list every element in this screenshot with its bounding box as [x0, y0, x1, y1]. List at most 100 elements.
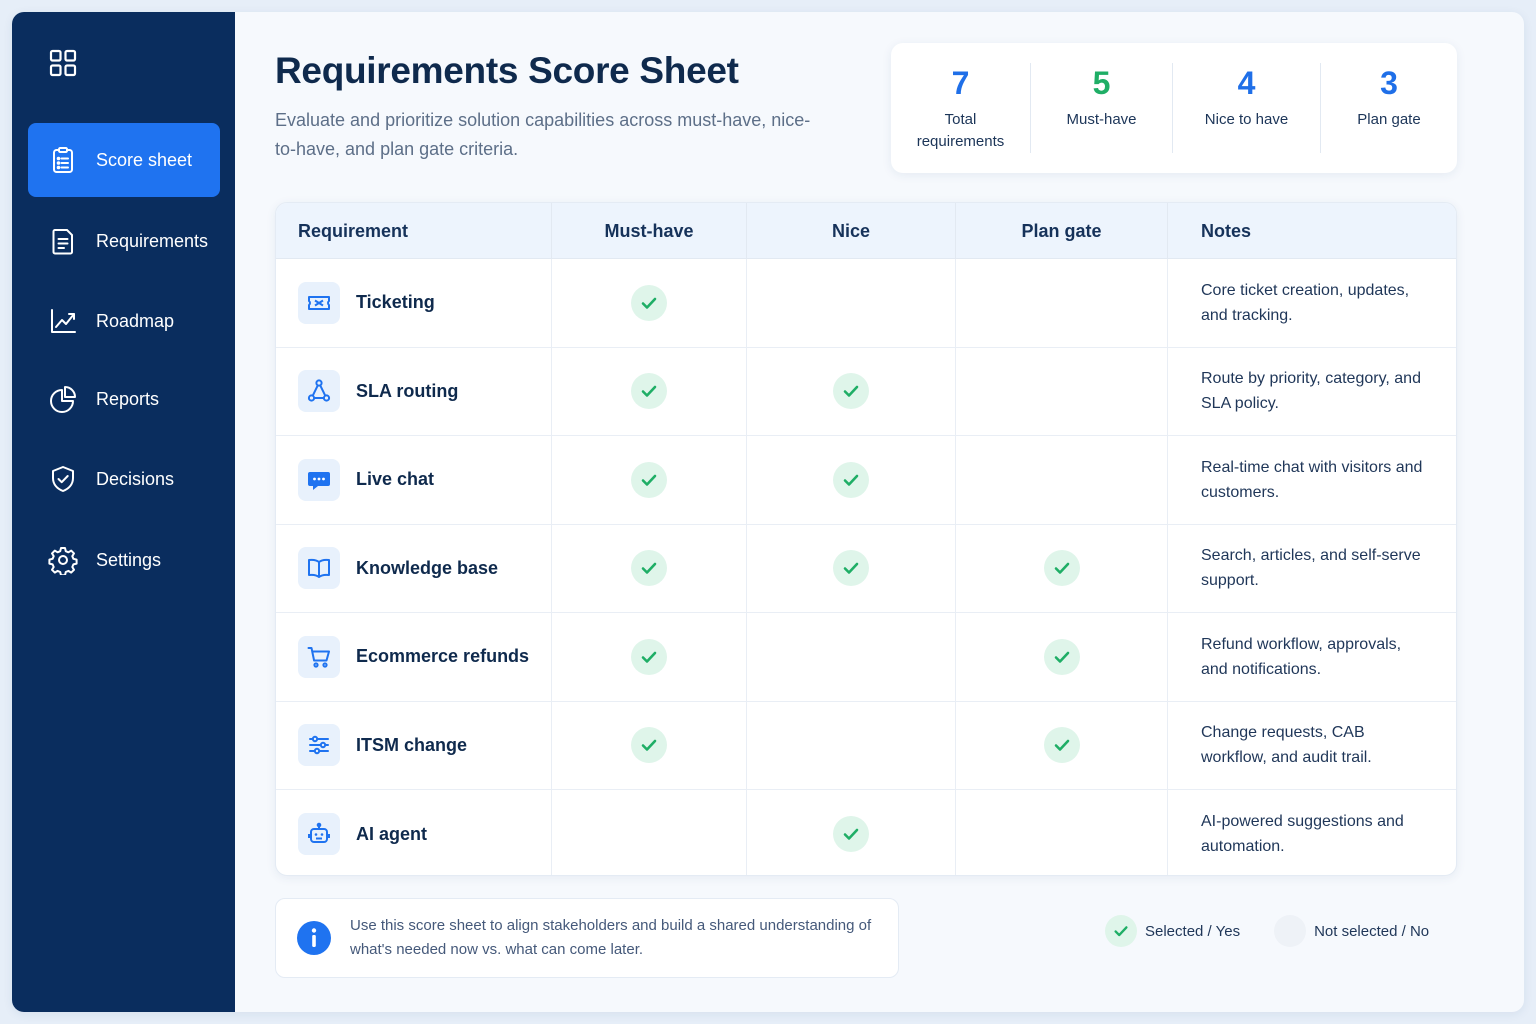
plan-gate-cell[interactable]: [955, 790, 1167, 875]
page-subtitle: Evaluate and prioritize solution capabil…: [275, 110, 811, 159]
check-icon[interactable]: [631, 461, 667, 498]
gear-icon: [48, 545, 78, 575]
plan-gate-cell[interactable]: [955, 701, 1167, 789]
check-icon[interactable]: [631, 550, 667, 587]
ticket-icon: [298, 281, 340, 324]
column-header-plan-gate[interactable]: Plan gate: [955, 203, 1167, 259]
requirement-cell: Ecommerce refunds: [276, 613, 551, 701]
must-have-cell[interactable]: [551, 347, 746, 435]
sidebar-item-score-sheet[interactable]: Score sheet: [28, 123, 220, 197]
requirement-cell: ITSM change: [276, 702, 551, 790]
table-row[interactable]: ITSM change Change requests, CAB workflow…: [276, 701, 1456, 790]
table-row[interactable]: Ecommerce refunds Refund workflow, approv…: [276, 613, 1456, 702]
sidebar-item-decisions[interactable]: Decisions: [28, 442, 220, 516]
check-icon[interactable]: [631, 638, 667, 675]
check-icon[interactable]: [1043, 638, 1080, 675]
robot-icon: [298, 813, 340, 856]
document-list-icon: [48, 226, 78, 256]
check-icon[interactable]: [631, 373, 667, 410]
nice-cell[interactable]: [746, 790, 955, 875]
nice-cell[interactable]: [746, 259, 955, 347]
check-icon: [1105, 915, 1137, 947]
check-icon[interactable]: [631, 284, 667, 321]
stat-value: 5: [1092, 65, 1111, 101]
table-row[interactable]: Live chat Real-time chat with visitors an…: [276, 436, 1456, 525]
notes-cell: Search, articles, and self-serve support…: [1167, 524, 1456, 612]
stat-label: Nice to have: [1204, 111, 1289, 128]
plan-gate-cell[interactable]: [955, 613, 1167, 701]
plan-gate-cell[interactable]: [955, 436, 1167, 524]
check-icon[interactable]: [1043, 550, 1080, 587]
score-table: Requirement Must-have Nice Plan gate Not…: [275, 202, 1457, 876]
requirement-name: ITSM change: [356, 734, 468, 755]
check-icon[interactable]: [833, 373, 869, 410]
shield-check-icon: [48, 464, 78, 494]
check-icon[interactable]: [631, 727, 667, 764]
stat-value: 4: [1237, 65, 1256, 101]
clipboard-icon: [48, 145, 78, 175]
column-header-must-have[interactable]: Must-have: [551, 203, 746, 259]
must-have-cell[interactable]: [551, 790, 746, 875]
requirement-name: SLA routing: [356, 380, 459, 401]
check-icon[interactable]: [833, 550, 869, 587]
note-text: Search, articles, and self-serve support…: [1201, 547, 1421, 590]
plan-gate-cell[interactable]: [955, 347, 1167, 435]
column-header-requirement[interactable]: Requirement: [276, 203, 551, 259]
sidebar-item-label: Decisions: [96, 468, 175, 489]
sidebar-item-label: Requirements: [96, 230, 209, 251]
stat-value: 3: [1380, 65, 1398, 101]
legend-not-selected: Not selected / No: [1274, 915, 1429, 947]
plan-gate-cell[interactable]: [955, 524, 1167, 612]
must-have-cell[interactable]: [551, 436, 746, 524]
check-icon[interactable]: [833, 816, 869, 853]
table-header: Requirement Must-have Nice Plan gate Not…: [276, 203, 1456, 259]
must-have-cell[interactable]: [551, 524, 746, 612]
stat-must-have: 5 Must-have: [1030, 63, 1172, 153]
table-row[interactable]: Knowledge base Search, articles, and self…: [276, 524, 1456, 613]
sliders-icon: [298, 724, 340, 767]
must-have-cell[interactable]: [551, 613, 746, 701]
nice-cell[interactable]: [746, 524, 955, 612]
notes-cell: Change requests, CAB workflow, and audit…: [1167, 701, 1456, 789]
legend-not-selected-label: Not selected / No: [1314, 922, 1430, 940]
requirement-cell: Ticketing: [276, 259, 551, 347]
info-text: Use this score sheet to align stakeholde…: [350, 917, 872, 958]
table-row[interactable]: AI agent AI-powered suggestions and autom…: [276, 790, 1456, 875]
stat-label: Plan gate: [1357, 111, 1421, 128]
sidebar-item-reports[interactable]: Reports: [28, 362, 220, 436]
stat-label: Must-have: [1066, 111, 1137, 128]
note-text: Change requests, CAB workflow, and audit…: [1201, 724, 1372, 767]
stat-label: Total requirements: [916, 111, 1005, 150]
grid-icon[interactable]: [48, 48, 78, 78]
requirement-cell: AI agent: [276, 790, 551, 875]
info-banner: Use this score sheet to align stakeholde…: [275, 898, 899, 978]
sidebar-item-requirements[interactable]: Requirements: [28, 204, 220, 278]
stat-nice-to-have: 4 Nice to have: [1172, 63, 1320, 153]
plan-gate-cell[interactable]: [955, 259, 1167, 347]
app-window: Score sheet Requirements Roadmap Reports…: [12, 12, 1524, 1012]
check-icon[interactable]: [833, 461, 869, 498]
sidebar-item-label: Settings: [96, 549, 162, 570]
chat-bubble-icon: [298, 458, 340, 501]
nice-cell[interactable]: [746, 701, 955, 789]
sidebar-item-settings[interactable]: Settings: [28, 523, 220, 597]
nice-cell[interactable]: [746, 347, 955, 435]
table-row[interactable]: SLA routing Route by priority, category, …: [276, 347, 1456, 436]
note-text: AI-powered suggestions and automation.: [1201, 813, 1404, 856]
nice-cell[interactable]: [746, 613, 955, 701]
column-header-notes: Notes: [1167, 203, 1456, 259]
note-text: Route by priority, category, and SLA pol…: [1201, 370, 1421, 413]
note-text: Core ticket creation, updates, and track…: [1201, 281, 1410, 324]
requirement-name: Knowledge base: [356, 557, 499, 578]
notes-cell: AI-powered suggestions and automation.: [1167, 790, 1456, 875]
pie-chart-icon: [48, 384, 78, 414]
check-icon[interactable]: [1043, 727, 1080, 764]
requirement-name: Ticketing: [356, 292, 435, 313]
must-have-cell[interactable]: [551, 259, 746, 347]
must-have-cell[interactable]: [551, 701, 746, 789]
sidebar-item-roadmap[interactable]: Roadmap: [28, 284, 220, 358]
info-icon: [297, 921, 331, 955]
table-row[interactable]: Ticketing Core ticket creation, updates, …: [276, 259, 1456, 348]
nice-cell[interactable]: [746, 436, 955, 524]
column-header-nice[interactable]: Nice: [746, 203, 955, 259]
